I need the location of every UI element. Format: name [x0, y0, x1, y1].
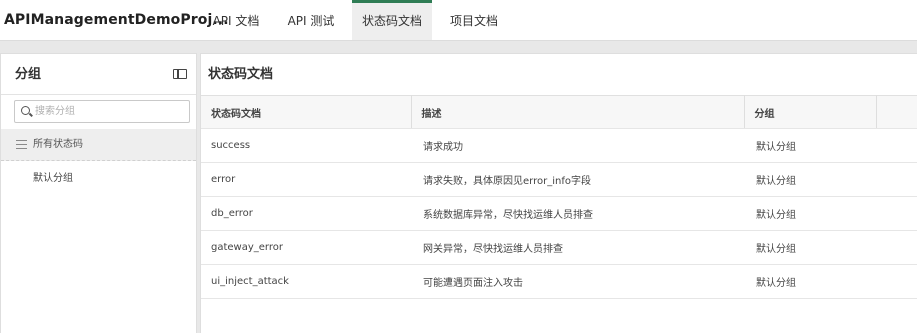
cell-code: ui_inject_attack	[201, 264, 411, 299]
cell-code: success	[201, 128, 411, 163]
cell-description: 请求成功	[411, 128, 744, 163]
sidebar-item-label: 默认分组	[33, 173, 73, 184]
list-menu-icon	[16, 140, 27, 149]
cell-code: db_error	[201, 196, 411, 231]
group-search-input[interactable]	[35, 103, 185, 120]
sidebar-title: 分组	[15, 67, 42, 82]
sidebar-item-default-group[interactable]: 默认分组	[1, 165, 196, 193]
top-nav-bar: APIManagementDemoProj... API 文档 API 测试 状…	[0, 0, 917, 41]
search-icon	[21, 106, 30, 115]
table-row[interactable]: error 请求失败，具体原因见error_info字段 默认分组	[201, 162, 917, 197]
cell-extra	[876, 162, 917, 197]
tab-api-docs[interactable]: API 文档	[202, 0, 270, 40]
cell-extra	[876, 264, 917, 299]
status-code-table: 状态码文档 描述 分组 success 请求成功 默认分组 error 请求失败…	[201, 95, 917, 299]
project-title[interactable]: APIManagementDemoProj...	[4, 0, 229, 41]
group-search-box[interactable]	[14, 100, 190, 123]
status-code-panel: 状态码文档 状态码文档 描述 分组 success 请求成功 默认分组 erro…	[200, 53, 917, 333]
cell-extra	[876, 196, 917, 231]
sidebar-header: 分组	[1, 54, 196, 95]
cell-description: 请求失败，具体原因见error_info字段	[411, 162, 744, 197]
tab-api-test[interactable]: API 测试	[278, 0, 344, 40]
group-sidebar: 分组 所有状态码 默认分组	[0, 53, 197, 333]
cell-group: 默认分组	[744, 162, 876, 197]
cell-description: 可能遭遇页面注入攻击	[411, 264, 744, 299]
sidebar-item-label: 所有状态码	[33, 139, 83, 150]
page-title: 状态码文档	[208, 67, 274, 82]
column-header-group[interactable]: 分组	[744, 95, 877, 129]
table-row[interactable]: db_error 系统数据库异常，尽快找运维人员排查 默认分组	[201, 196, 917, 231]
table-row[interactable]: success 请求成功 默认分组	[201, 128, 917, 163]
cell-description: 系统数据库异常，尽快找运维人员排查	[411, 196, 744, 231]
table-row[interactable]: ui_inject_attack 可能遭遇页面注入攻击 默认分组	[201, 264, 917, 299]
cell-code: gateway_error	[201, 230, 411, 265]
cell-extra	[876, 230, 917, 265]
cell-group: 默认分组	[744, 264, 876, 299]
cell-extra	[876, 128, 917, 163]
table-header-row: 状态码文档 描述 分组	[201, 95, 917, 129]
table-row[interactable]: gateway_error 网关异常，尽快找运维人员排查 默认分组	[201, 230, 917, 265]
column-header-extra	[876, 95, 917, 129]
sidebar-collapse-icon[interactable]	[173, 69, 187, 79]
cell-code: error	[201, 162, 411, 197]
column-header-description[interactable]: 描述	[411, 95, 745, 129]
tab-project-docs[interactable]: 项目文档	[440, 0, 508, 40]
tab-status-code-docs[interactable]: 状态码文档	[352, 0, 432, 40]
sidebar-item-all-status-codes[interactable]: 所有状态码	[1, 129, 196, 161]
cell-group: 默认分组	[744, 230, 876, 265]
cell-group: 默认分组	[744, 196, 876, 231]
cell-group: 默认分组	[744, 128, 876, 163]
cell-description: 网关异常，尽快找运维人员排查	[411, 230, 744, 265]
column-header-code[interactable]: 状态码文档	[201, 95, 412, 129]
